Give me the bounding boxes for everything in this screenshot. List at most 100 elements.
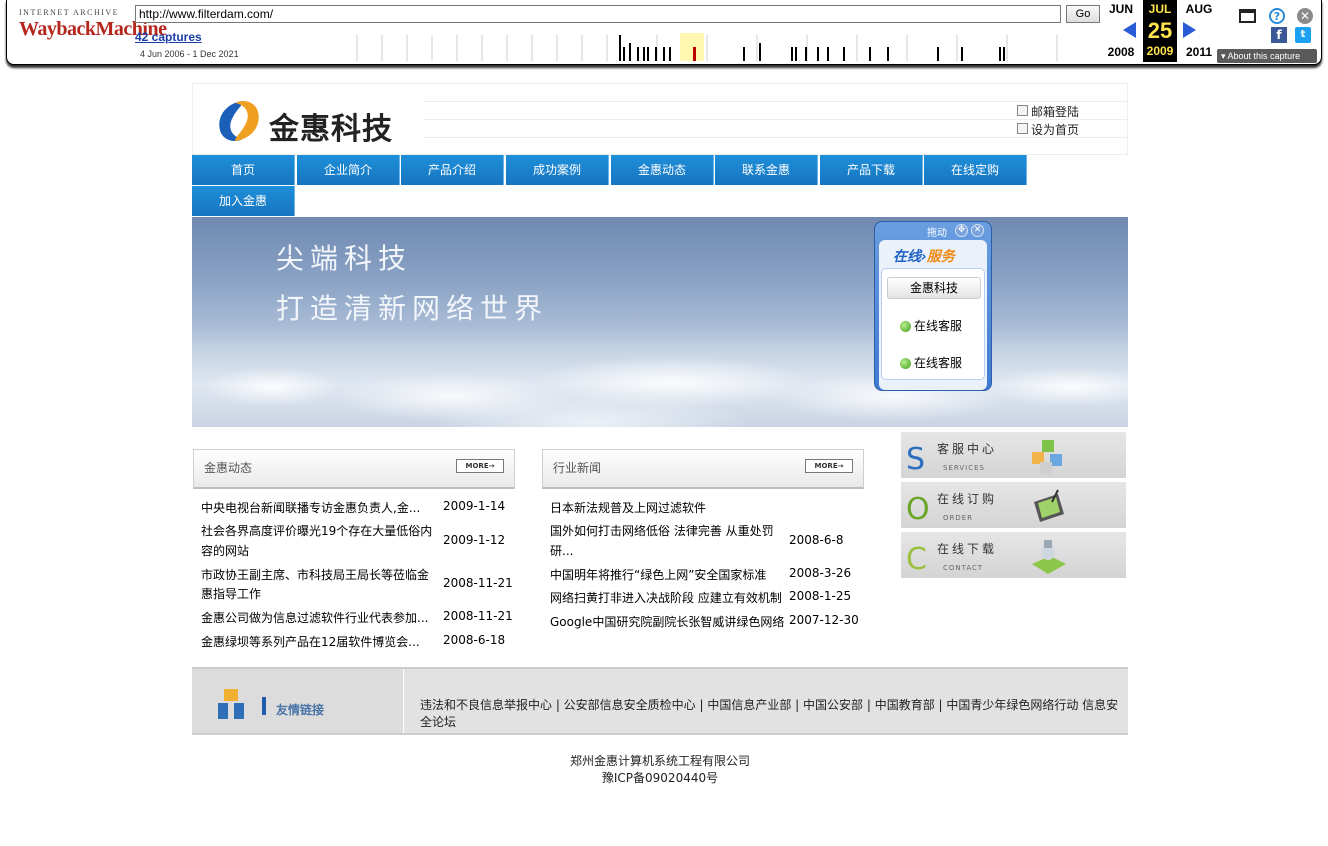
news-link-cont[interactable]: 容的网站 <box>201 542 249 559</box>
friend-links-label: 友情链接 <box>276 703 325 717</box>
panel-title: 行业新闻 <box>553 461 602 475</box>
wayback-logo-top: INTERNET ARCHIVE <box>19 8 120 17</box>
wayback-toolbar: INTERNET ARCHIVE WaybackMachine http://w… <box>6 0 1322 65</box>
prev-capture-icon[interactable] <box>1123 22 1136 38</box>
news-link[interactable]: 市政协王副主席、市科技局王局长等莅临金 <box>201 566 429 583</box>
more-button[interactable]: MORE→ <box>805 459 853 473</box>
prev-month-name: JUN <box>1108 2 1133 16</box>
captures-link[interactable]: 42 captures <box>135 30 202 44</box>
news-date: 2008-6-18 <box>443 633 506 647</box>
url-input[interactable]: http://www.filterdam.com/ <box>135 5 1061 23</box>
help-icon[interactable]: ? <box>1269 8 1285 24</box>
service-title-b: 服务 <box>926 249 955 265</box>
mail-login-link[interactable]: 邮箱登陆 <box>1017 103 1079 120</box>
online-agent-link[interactable]: 在线客服 <box>900 354 962 371</box>
services-box[interactable]: S 客服中心 SERVICES <box>901 432 1126 480</box>
download-box[interactable]: C 在线下载 CONTACT <box>901 532 1126 580</box>
panel-title: 金惠动态 <box>204 461 253 475</box>
next-capture-icon[interactable] <box>1183 22 1196 38</box>
news-date: 2009-1-14 <box>443 499 506 513</box>
news-link[interactable]: 日本新法规普及上网过滤软件 <box>550 499 706 516</box>
pda-icon <box>1034 489 1064 522</box>
news-date: 2007-12-30 <box>789 613 859 627</box>
nav-download[interactable]: 产品下载 <box>820 155 923 185</box>
news-date: 2008-6-8 <box>789 533 844 547</box>
current-capture: JUL 25 2009 <box>1143 0 1177 62</box>
logo-text: 金惠科技 <box>269 112 393 147</box>
cur-day: 25 <box>1147 18 1173 43</box>
service-close-icon[interactable]: ✕ <box>971 224 984 237</box>
nav-home[interactable]: 首页 <box>192 155 295 185</box>
nav-contact[interactable]: 联系金惠 <box>715 155 818 185</box>
service-move-icon[interactable]: ✥ <box>955 224 968 237</box>
nav-cases[interactable]: 成功案例 <box>506 155 609 185</box>
news-link-cont[interactable]: 惠指导工作 <box>201 585 261 602</box>
side-title: 客服中心 <box>937 442 998 456</box>
news-link[interactable]: 中国明年将推行“绿色上网”安全国家标准 <box>550 566 766 583</box>
news-link[interactable]: 网络扫黄打非进入决战阶段 应建立有效机制 <box>550 589 782 606</box>
service-widget-header[interactable]: 拖动 ✥ ✕ <box>875 222 991 240</box>
go-button[interactable]: Go <box>1066 5 1100 23</box>
friend-links-header: 友情链接 <box>192 669 404 733</box>
side-letter: S <box>906 442 926 477</box>
news-link-cont[interactable]: 研... <box>550 542 573 559</box>
footer-icp[interactable]: 豫ICP备09020440号 <box>192 770 1128 787</box>
news-date: 2008-11-21 <box>443 609 513 623</box>
news-link[interactable]: Google中国研究院副院长张智威讲绿色网络 <box>550 613 784 630</box>
next-year: 2011 <box>1185 45 1213 59</box>
news-link[interactable]: 金惠公司做为信息过滤软件行业代表参加... <box>201 609 428 626</box>
prev-month[interactable]: JUN 2008 <box>1103 0 1139 59</box>
wayback-logo-main: WaybackMachine <box>19 18 167 40</box>
side-subtitle: ORDER <box>943 514 974 522</box>
service-drag-label: 拖动 <box>927 228 947 239</box>
side-subtitle: SERVICES <box>943 464 985 472</box>
online-service-widget[interactable]: 拖动 ✥ ✕ 在线›服务 金惠科技 在线客服 在线客服 <box>874 221 992 391</box>
friend-links-list[interactable]: 违法和不良信息举报中心 | 公安部信息安全质检中心 | 中国信息产业部 | 中国… <box>420 697 1120 731</box>
cur-year: 2009 <box>1146 44 1174 58</box>
close-icon[interactable]: ✕ <box>1297 8 1313 24</box>
facebook-icon[interactable]: f <box>1271 27 1287 43</box>
news-date: 2008-1-25 <box>789 589 852 603</box>
twitter-icon[interactable]: t <box>1295 27 1311 43</box>
capture-sparkline[interactable] <box>347 33 1097 61</box>
nav-join[interactable]: 加入金惠 <box>192 186 295 216</box>
side-title: 在线下载 <box>937 542 998 556</box>
company-news-panel: 金惠动态 MORE→ 中央电视台新闻联播专访金惠负责人,金... 2009-1-… <box>193 449 515 649</box>
nav-order[interactable]: 在线定购 <box>924 155 1027 185</box>
about-capture-label: About this capture <box>1227 51 1301 61</box>
next-month[interactable]: AUG 2011 <box>1181 0 1217 59</box>
nav-news[interactable]: 金惠动态 <box>611 155 714 185</box>
side-letter: O <box>906 492 930 527</box>
online-agent-link[interactable]: 在线客服 <box>900 317 962 334</box>
news-link[interactable]: 中央电视台新闻联播专访金惠负责人,金... <box>201 499 420 516</box>
news-date: 2009-1-12 <box>443 533 506 547</box>
news-date: 2008-3-26 <box>789 566 852 580</box>
side-title: 在线订购 <box>937 492 998 506</box>
news-link[interactable]: 社会各界高度评价曝光19个存在大量低俗内 <box>201 522 432 539</box>
set-homepage-link[interactable]: 设为首页 <box>1017 121 1079 138</box>
more-button[interactable]: MORE→ <box>456 459 504 473</box>
service-title: 在线›服务 <box>893 246 955 266</box>
wayback-logo[interactable]: INTERNET ARCHIVE WaybackMachine <box>19 8 167 50</box>
banner-line-2: 打造清新网络世界 <box>276 292 549 325</box>
news-link[interactable]: 国外如何打击网络低俗 法律完善 从重处罚 <box>550 522 774 539</box>
next-month-name: AUG <box>1185 2 1213 16</box>
friend-links: 友情链接 违法和不良信息举报中心 | 公安部信息安全质检中心 | 中国信息产业部… <box>192 667 1128 735</box>
side-letter: C <box>906 542 927 577</box>
order-box[interactable]: O 在线订购 ORDER <box>901 482 1126 530</box>
site-logo[interactable]: 金惠科技 <box>213 94 413 148</box>
site-footer: 郑州金惠计算机系统工程有限公司 豫ICP备09020440号 <box>192 753 1128 787</box>
hero-banner: 尖端科技 打造清新网络世界 拖动 ✥ ✕ 在线›服务 金惠科技 在线客服 在线客… <box>192 217 1128 427</box>
site-header: 金惠科技 邮箱登陆 设为首页 <box>192 83 1128 155</box>
cubes-icon <box>1032 440 1062 474</box>
nav-products[interactable]: 产品介绍 <box>401 155 504 185</box>
prev-year: 2008 <box>1107 45 1135 59</box>
panel-header: 行业新闻 MORE→ <box>542 449 864 489</box>
about-capture-button[interactable]: ▾ About this capture <box>1217 49 1317 63</box>
nav-about[interactable]: 企业简介 <box>297 155 400 185</box>
banner-line-1: 尖端科技 <box>276 242 413 275</box>
service-title-a: 在线 <box>893 249 921 265</box>
capture-range: 4 Jun 2006 - 1 Dec 2021 <box>140 49 239 59</box>
news-link[interactable]: 金惠绿坝等系列产品在12届软件博览会... <box>201 633 420 650</box>
window-icon[interactable] <box>1239 9 1256 23</box>
